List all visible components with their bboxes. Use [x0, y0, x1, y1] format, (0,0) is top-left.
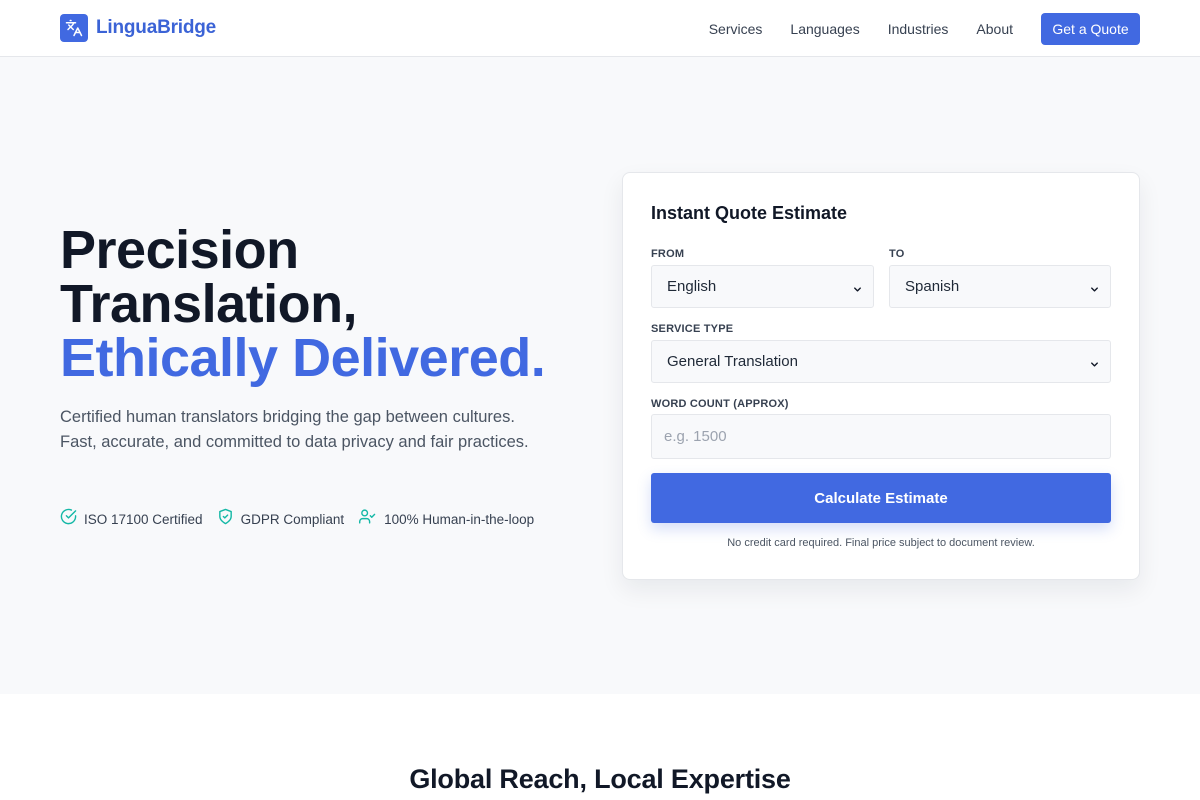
- service-type-label: SERVICE TYPE: [651, 323, 734, 335]
- nav-link-languages[interactable]: Languages: [790, 21, 859, 37]
- section-title: Global Reach, Local Expertise: [409, 764, 791, 794]
- quote-disclaimer: No credit card required. Final price sub…: [727, 537, 1035, 549]
- hero-headline: Precision Translation, Ethically Deliver…: [60, 223, 600, 385]
- brand-logo[interactable]: LinguaBridge: [60, 14, 216, 42]
- top-navigation: LinguaBridge Services Languages Industri…: [0, 0, 1200, 57]
- badge-gdpr: GDPR Compliant: [217, 508, 345, 530]
- to-language-select[interactable]: Spanish: [889, 265, 1111, 308]
- word-count-field: [651, 414, 1111, 459]
- hero-section: Precision Translation, Ethically Deliver…: [0, 57, 1200, 694]
- service-type-select[interactable]: General Translation: [651, 340, 1111, 383]
- word-count-input[interactable]: [652, 415, 1110, 458]
- nav-link-industries[interactable]: Industries: [888, 21, 949, 37]
- service-type-value: General Translation: [667, 353, 798, 370]
- from-label: FROM: [651, 248, 685, 260]
- chevron-down-icon: [1089, 357, 1100, 375]
- calculate-estimate-button[interactable]: Calculate Estimate: [651, 473, 1111, 523]
- badge-label: ISO 17100 Certified: [84, 511, 203, 527]
- nav-links: Services Languages Industries About Get …: [709, 0, 1140, 57]
- headline-accent: Ethically Delivered.: [60, 328, 546, 388]
- nav-link-services[interactable]: Services: [709, 21, 763, 37]
- chevron-down-icon: [1089, 282, 1100, 300]
- badge-iso: ISO 17100 Certified: [60, 508, 203, 530]
- headline-line-1: Precision: [60, 220, 299, 280]
- from-language-select[interactable]: English: [651, 265, 874, 308]
- brand-name: LinguaBridge: [96, 17, 217, 38]
- to-language-value: Spanish: [905, 278, 960, 295]
- to-label: TO: [889, 248, 905, 260]
- badge-label: GDPR Compliant: [240, 511, 345, 527]
- word-count-label: WORD COUNT (APPROX): [651, 398, 789, 410]
- hero-description: Certified human translators bridging the…: [60, 408, 529, 451]
- get-quote-button[interactable]: Get a Quote: [1041, 12, 1140, 45]
- trust-badges: ISO 17100 Certified GDPR Compliant 100% …: [60, 508, 548, 530]
- quote-estimate-card: Instant Quote Estimate FROM English TO S…: [622, 172, 1140, 580]
- chevron-down-icon: [852, 282, 863, 300]
- nav-link-about[interactable]: About: [976, 21, 1013, 37]
- user-check-icon: [358, 508, 377, 530]
- from-language-value: English: [667, 278, 717, 295]
- translate-icon: [60, 14, 88, 42]
- headline-line-2: Translation,: [60, 274, 358, 334]
- badge-label: 100% Human-in-the-loop: [384, 511, 535, 527]
- check-circle-icon: [60, 508, 77, 530]
- card-title: Instant Quote Estimate: [651, 203, 848, 223]
- shield-check-icon: [217, 508, 234, 530]
- badge-human: 100% Human-in-the-loop: [358, 508, 534, 530]
